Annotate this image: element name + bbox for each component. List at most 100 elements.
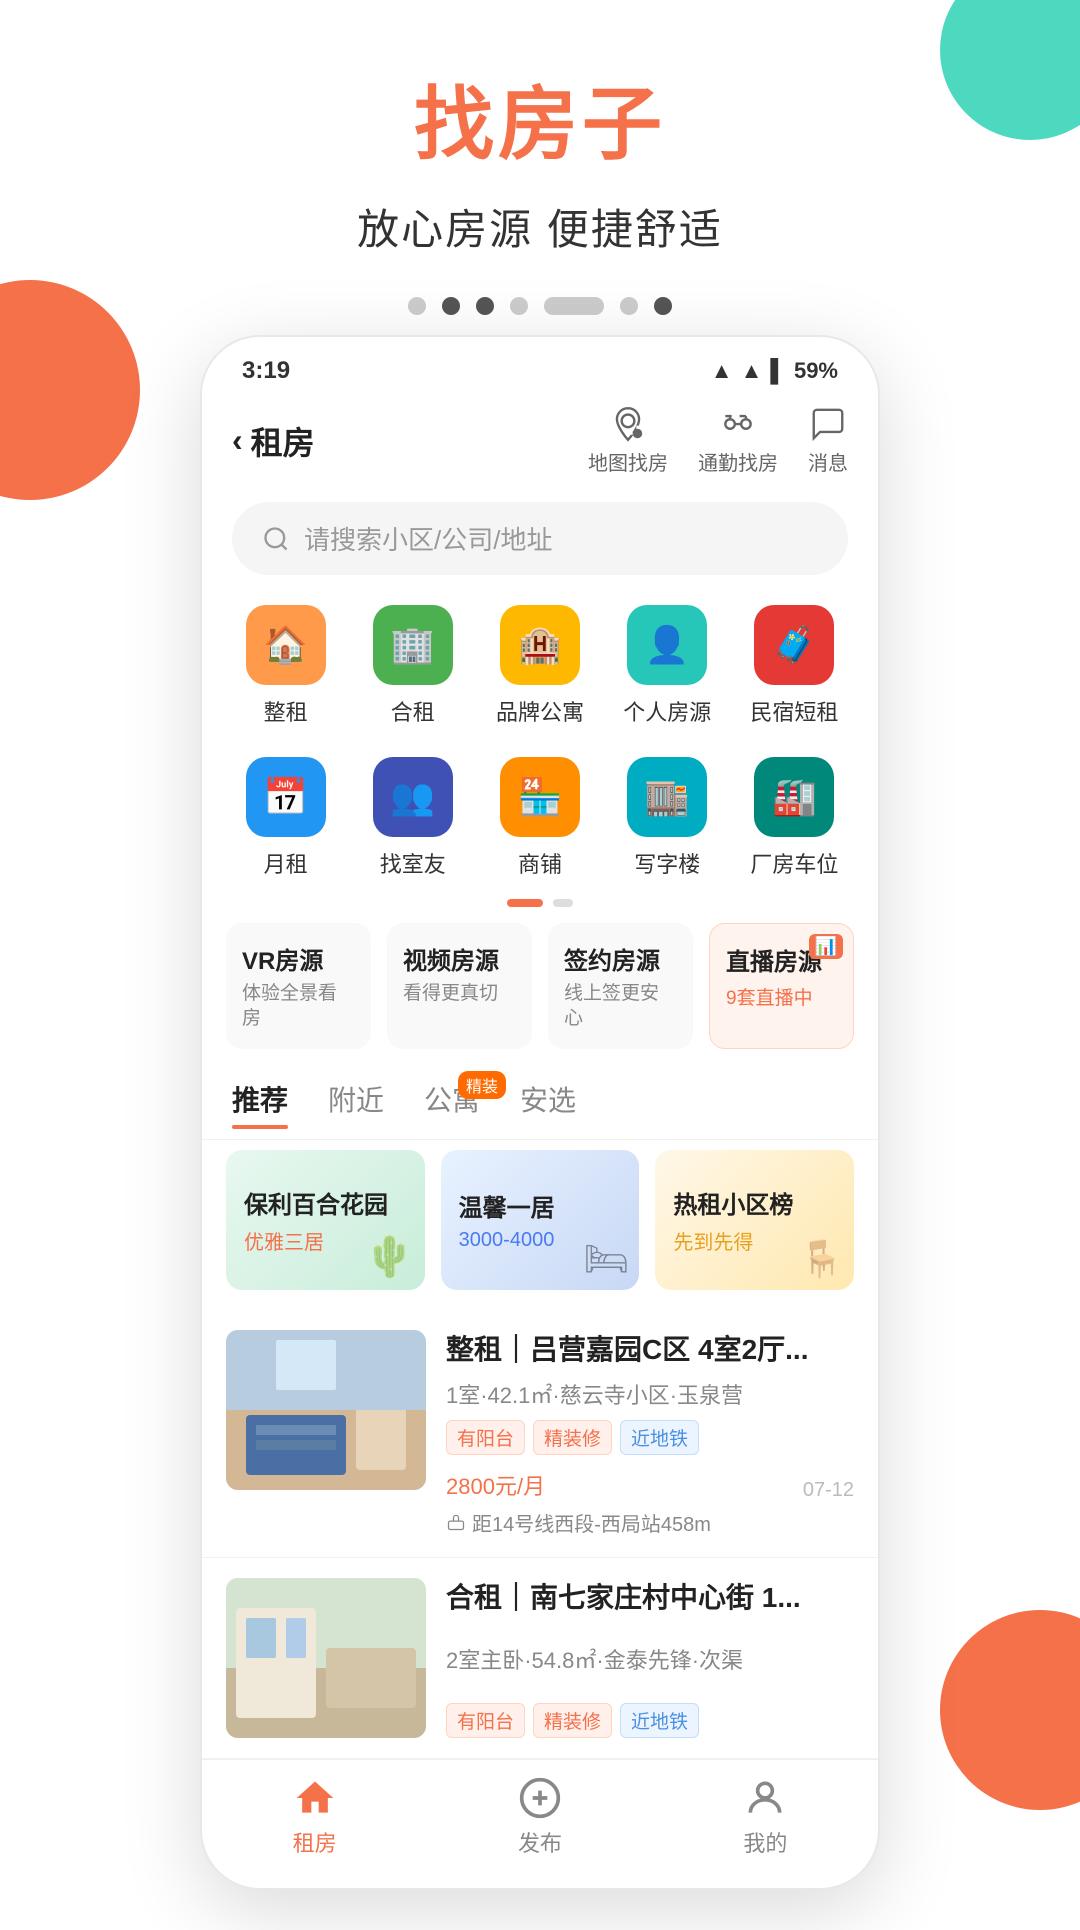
cat-personal-label: 个人房源: [623, 695, 711, 727]
phone-mockup-wrapper: 3:19 ▲ ▲ ▌ 59% ‹ 租房: [0, 335, 1080, 1930]
live-badge: 📊: [809, 934, 843, 959]
nav-left[interactable]: ‹ 租房: [232, 418, 315, 464]
promo-hot[interactable]: 热租小区榜 先到先得 🪑: [655, 1150, 854, 1290]
cat-hzu-icon: 🏢: [373, 605, 453, 685]
battery-percent: 59%: [794, 358, 838, 384]
mine-icon: [743, 1776, 787, 1820]
feature-vr-desc: 体验全景看房: [242, 982, 355, 1031]
cat-office[interactable]: 🏬 写字楼: [604, 747, 731, 889]
tab-nearby[interactable]: 附近: [328, 1079, 384, 1129]
search-icon: [262, 525, 290, 553]
hero-subtitle: 放心房源 便捷舒适: [0, 196, 1080, 257]
rent-home-icon: [293, 1776, 337, 1820]
cat-roommate[interactable]: 👥 找室友: [349, 747, 476, 889]
promo-decoration: 🌵: [365, 1233, 415, 1280]
commute-nav-item[interactable]: 通勤找房: [698, 405, 778, 476]
dot-2: [442, 297, 460, 315]
listing-img-placeholder-1: [226, 1330, 426, 1490]
listing-card-1[interactable]: 整租｜吕营嘉园C区 4室2厅... 1室·42.1㎡·慈云寺小区·玉泉营 有阳台…: [202, 1310, 878, 1557]
commute-nav-label: 通勤找房: [698, 447, 778, 476]
listing2-tag-3: 近地铁: [620, 1703, 699, 1738]
page-dot-1: [507, 899, 543, 907]
hero-section: 找房子 放心房源 便捷舒适: [0, 0, 1080, 297]
listing-img-placeholder-2: [226, 1578, 426, 1738]
feature-sign-title: 签约房源: [564, 941, 677, 976]
tab-selected[interactable]: 安选: [520, 1079, 576, 1129]
category-grid: 🏠 整租 🏢 合租 🏨 品牌公寓 👤 个人房源 🧳 民宿短租 📅: [202, 595, 878, 889]
listing-info-1: 整租｜吕营嘉园C区 4室2厅... 1室·42.1㎡·慈云寺小区·玉泉营 有阳台…: [426, 1330, 854, 1536]
bottom-nav-mine[interactable]: 我的: [653, 1776, 878, 1858]
cat-brand[interactable]: 🏨 品牌公寓: [476, 595, 603, 737]
listing-img-1: [226, 1330, 426, 1490]
feature-video-desc: 看得更真切: [403, 982, 516, 1007]
listing-price-1: 2800元/月: [446, 1465, 545, 1502]
listing-tag-metro: 近地铁: [620, 1420, 699, 1455]
cat-roommate-icon: 👥: [373, 757, 453, 837]
listing-detail-1: 1室·42.1㎡·慈云寺小区·玉泉营: [446, 1378, 854, 1410]
listing-tags-1: 有阳台 精装修 近地铁: [446, 1420, 854, 1455]
feature-live[interactable]: 📊 直播房源 9套直播中: [709, 923, 854, 1049]
cat-monthly[interactable]: 📅 月租: [222, 747, 349, 889]
tab-apartment[interactable]: 公寓 精装: [424, 1079, 480, 1129]
bottom-nav-rent-label: 租房: [293, 1826, 337, 1858]
message-nav-item[interactable]: 消息: [808, 405, 848, 476]
cat-zhengzu[interactable]: 🏠 整租: [222, 595, 349, 737]
bottom-nav-publish[interactable]: 发布: [427, 1776, 652, 1858]
feature-row: VR房源 体验全景看房 视频房源 看得更真切 签约房源 线上签更安心 📊 直播房…: [202, 923, 878, 1049]
map-nav-item[interactable]: 地图找房: [588, 405, 668, 476]
search-bar[interactable]: 请搜索小区/公司/地址: [232, 502, 848, 575]
listing2-tag-1: 有阳台: [446, 1703, 525, 1738]
dot-3: [476, 297, 494, 315]
nav-title: 租房: [251, 418, 315, 464]
promo-warm[interactable]: 温馨一居 3000-4000 🛏: [441, 1150, 640, 1290]
cat-zhengzu-icon: 🏠: [246, 605, 326, 685]
feature-sign[interactable]: 签约房源 线上签更安心: [548, 923, 693, 1049]
page-dot-2: [553, 899, 573, 907]
cat-monthly-label: 月租: [264, 847, 308, 879]
cat-brand-icon: 🏨: [500, 605, 580, 685]
listing2-tag-2: 精装修: [533, 1703, 612, 1738]
tabs-row: 推荐 附近 公寓 精装 安选: [202, 1069, 878, 1140]
tab-recommend[interactable]: 推荐: [232, 1079, 288, 1129]
feature-video[interactable]: 视频房源 看得更真切: [387, 923, 532, 1049]
bottom-nav: 租房 发布 我的: [202, 1759, 878, 1888]
cat-minsu-label: 民宿短租: [750, 695, 838, 727]
cat-shop-label: 商铺: [518, 847, 562, 879]
feature-vr[interactable]: VR房源 体验全景看房: [226, 923, 371, 1049]
status-bar: 3:19 ▲ ▲ ▌ 59%: [202, 337, 878, 395]
listing-img-svg-1: [226, 1330, 426, 1490]
page-indicator: [202, 899, 878, 907]
signal-icon: ▲: [741, 358, 763, 384]
back-icon[interactable]: ‹: [232, 422, 243, 459]
cat-factory-icon: 🏭: [754, 757, 834, 837]
publish-icon: [518, 1776, 562, 1820]
cat-hzu[interactable]: 🏢 合租: [349, 595, 476, 737]
cat-hzu-label: 合租: [391, 695, 435, 727]
dot-5: [620, 297, 638, 315]
carousel-dots: [0, 297, 1080, 315]
listing-img-2: [226, 1578, 426, 1738]
cat-minsu[interactable]: 🧳 民宿短租: [731, 595, 858, 737]
bottom-nav-rent[interactable]: 租房: [202, 1776, 427, 1858]
listing-detail-2: 2室主卧·54.8㎡·金泰先锋·次渠: [446, 1643, 854, 1675]
cat-personal-icon: 👤: [627, 605, 707, 685]
cat-factory[interactable]: 🏭 厂房车位: [731, 747, 858, 889]
promo-warm-decoration: 🛏: [584, 1238, 630, 1280]
cat-office-label: 写字楼: [634, 847, 700, 879]
cat-personal[interactable]: 👤 个人房源: [604, 595, 731, 737]
promo-boli[interactable]: 保利百合花园 优雅三居 🌵: [226, 1150, 425, 1290]
hero-title: 找房子: [0, 60, 1080, 176]
dot-6: [654, 297, 672, 315]
cat-shop[interactable]: 🏪 商铺: [476, 747, 603, 889]
battery-icon: ▌: [770, 358, 786, 384]
cat-zhengzu-label: 整租: [264, 695, 308, 727]
status-time: 3:19: [242, 357, 290, 385]
search-placeholder: 请搜索小区/公司/地址: [304, 520, 552, 557]
message-nav-label: 消息: [808, 447, 848, 476]
phone-screen: 3:19 ▲ ▲ ▌ 59% ‹ 租房: [200, 335, 880, 1890]
nav-right-icons: 地图找房 通勤找房 消息: [588, 405, 848, 476]
promo-boli-title: 保利百合花园: [244, 1185, 407, 1220]
cat-minsu-icon: 🧳: [754, 605, 834, 685]
listing-card-2[interactable]: 合租｜南七家庄村中心街 1... 2室主卧·54.8㎡·金泰先锋·次渠 有阳台 …: [202, 1558, 878, 1759]
listing-title-1: 整租｜吕营嘉园C区 4室2厅...: [446, 1330, 854, 1369]
